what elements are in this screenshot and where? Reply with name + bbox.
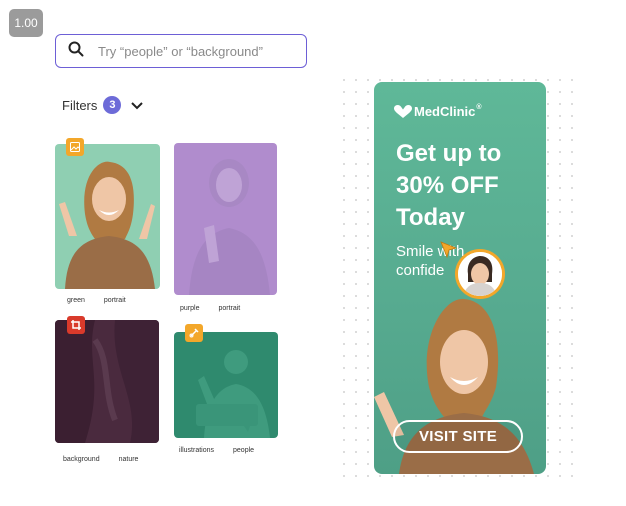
brush-icon <box>185 324 203 342</box>
brand-logo: MedClinic ® <box>394 104 482 119</box>
thumbnail-illustrations-people[interactable] <box>174 332 278 438</box>
brand-name: MedClinic <box>414 104 476 119</box>
thumbnail-purple-portrait[interactable] <box>174 143 277 295</box>
search-icon <box>68 41 84 62</box>
thumbnail-tags: background nature <box>63 456 138 463</box>
thumbnail-tags: purple portrait <box>180 305 240 312</box>
zoom-level-badge[interactable]: 1.00 <box>9 9 43 37</box>
headline-line: 30% OFF <box>396 172 499 199</box>
tag-label: green <box>67 297 85 304</box>
tag-label: people <box>233 447 255 454</box>
filters-count-badge: 3 <box>103 96 122 114</box>
registered-mark: ® <box>476 104 482 111</box>
search-input[interactable] <box>96 42 300 60</box>
thumbnail-tags: illustrations people <box>179 447 254 454</box>
visit-site-button[interactable]: VISIT SITE <box>393 420 523 453</box>
tag-label: portrait <box>218 305 241 312</box>
tag-label: background <box>63 456 100 463</box>
filters-toggle[interactable]: Filters 3 <box>62 96 144 114</box>
tag-label: purple <box>180 305 200 312</box>
avatar[interactable] <box>455 249 505 299</box>
thumbnail-green-portrait[interactable] <box>55 144 160 289</box>
image-icon <box>66 138 84 156</box>
search-bar[interactable] <box>55 34 307 68</box>
woman-portrait-image <box>189 159 270 295</box>
avatar-image <box>458 252 502 296</box>
woman-portrait-image <box>59 161 155 289</box>
illustration-image <box>196 350 270 438</box>
chevron-down-icon <box>131 98 144 113</box>
cursor-pointer-icon <box>440 241 458 259</box>
crop-icon <box>67 316 85 334</box>
headline-line: Today <box>396 204 465 231</box>
filters-label: Filters <box>62 97 98 113</box>
tag-label: nature <box>118 456 139 463</box>
tag-label: portrait <box>103 297 126 304</box>
thumbnail-background-nature[interactable] <box>55 320 159 443</box>
ad-headline: Get up to 30% OFF Today <box>396 138 536 234</box>
tag-label: illustrations <box>179 447 215 454</box>
headline-line: Get up to <box>396 140 502 167</box>
thumbnail-tags: green portrait <box>67 297 126 304</box>
heart-icon <box>394 104 412 118</box>
canyon-image <box>55 320 159 443</box>
